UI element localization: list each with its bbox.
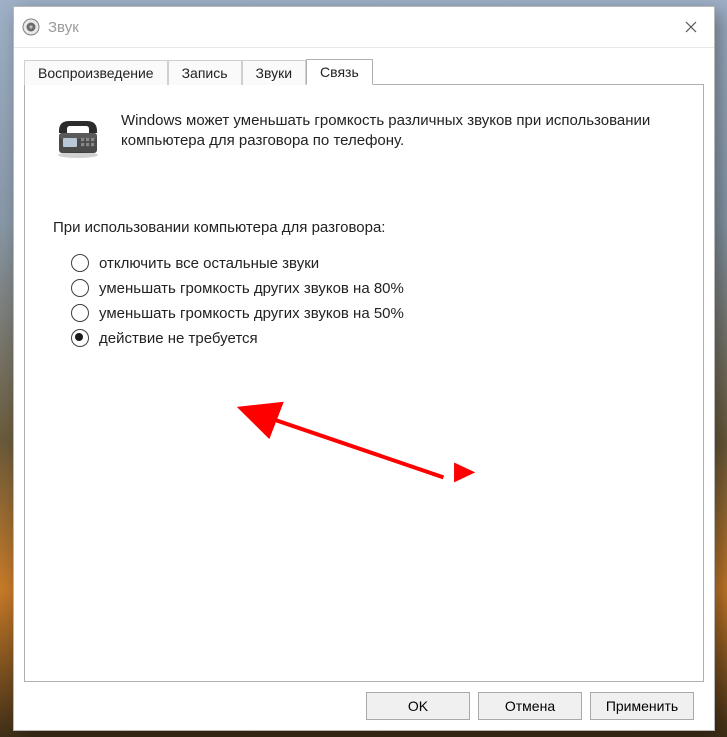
dialog-buttons: OK Отмена Применить [24,682,704,730]
radio-icon [71,304,89,322]
radio-icon [71,254,89,272]
radio-reduce-80[interactable]: уменьшать громкость других звуков на 80% [71,279,675,297]
ok-button[interactable]: OK [366,692,470,720]
tab-communications[interactable]: Связь [306,59,373,85]
radio-label: действие не требуется [99,330,258,347]
close-icon [685,21,697,33]
phone-icon [53,111,103,161]
intro-row: Windows может уменьшать громкость различ… [53,111,675,161]
apply-button[interactable]: Применить [590,692,694,720]
intro-text: Windows может уменьшать громкость различ… [121,111,675,152]
tab-panel: Windows может уменьшать громкость различ… [24,84,704,682]
speaker-icon [22,18,40,36]
radio-icon [71,329,89,347]
tab-playback[interactable]: Воспроизведение [24,60,168,85]
sound-dialog: Звук Воспроизведение Запись Звуки Связь [13,6,715,731]
tab-sounds[interactable]: Звуки [242,60,307,85]
radio-group: отключить все остальные звуки уменьшать … [71,254,675,347]
tab-recording[interactable]: Запись [168,60,242,85]
annotation-arrow [25,85,703,681]
radio-label: уменьшать громкость других звуков на 50% [99,305,404,322]
radio-icon [71,279,89,297]
radio-label: уменьшать громкость других звуков на 80% [99,280,404,297]
titlebar: Звук [14,7,714,48]
radio-label: отключить все остальные звуки [99,255,319,272]
radio-mute-all[interactable]: отключить все остальные звуки [71,254,675,272]
tab-strip: Воспроизведение Запись Звуки Связь [24,56,704,84]
client-area: Воспроизведение Запись Звуки Связь [14,48,714,730]
close-button[interactable] [668,7,714,47]
radio-do-nothing[interactable]: действие не требуется [71,329,675,347]
window-title: Звук [48,19,668,36]
group-label: При использовании компьютера для разгово… [53,219,675,236]
cancel-button[interactable]: Отмена [478,692,582,720]
radio-reduce-50[interactable]: уменьшать громкость других звуков на 50% [71,304,675,322]
